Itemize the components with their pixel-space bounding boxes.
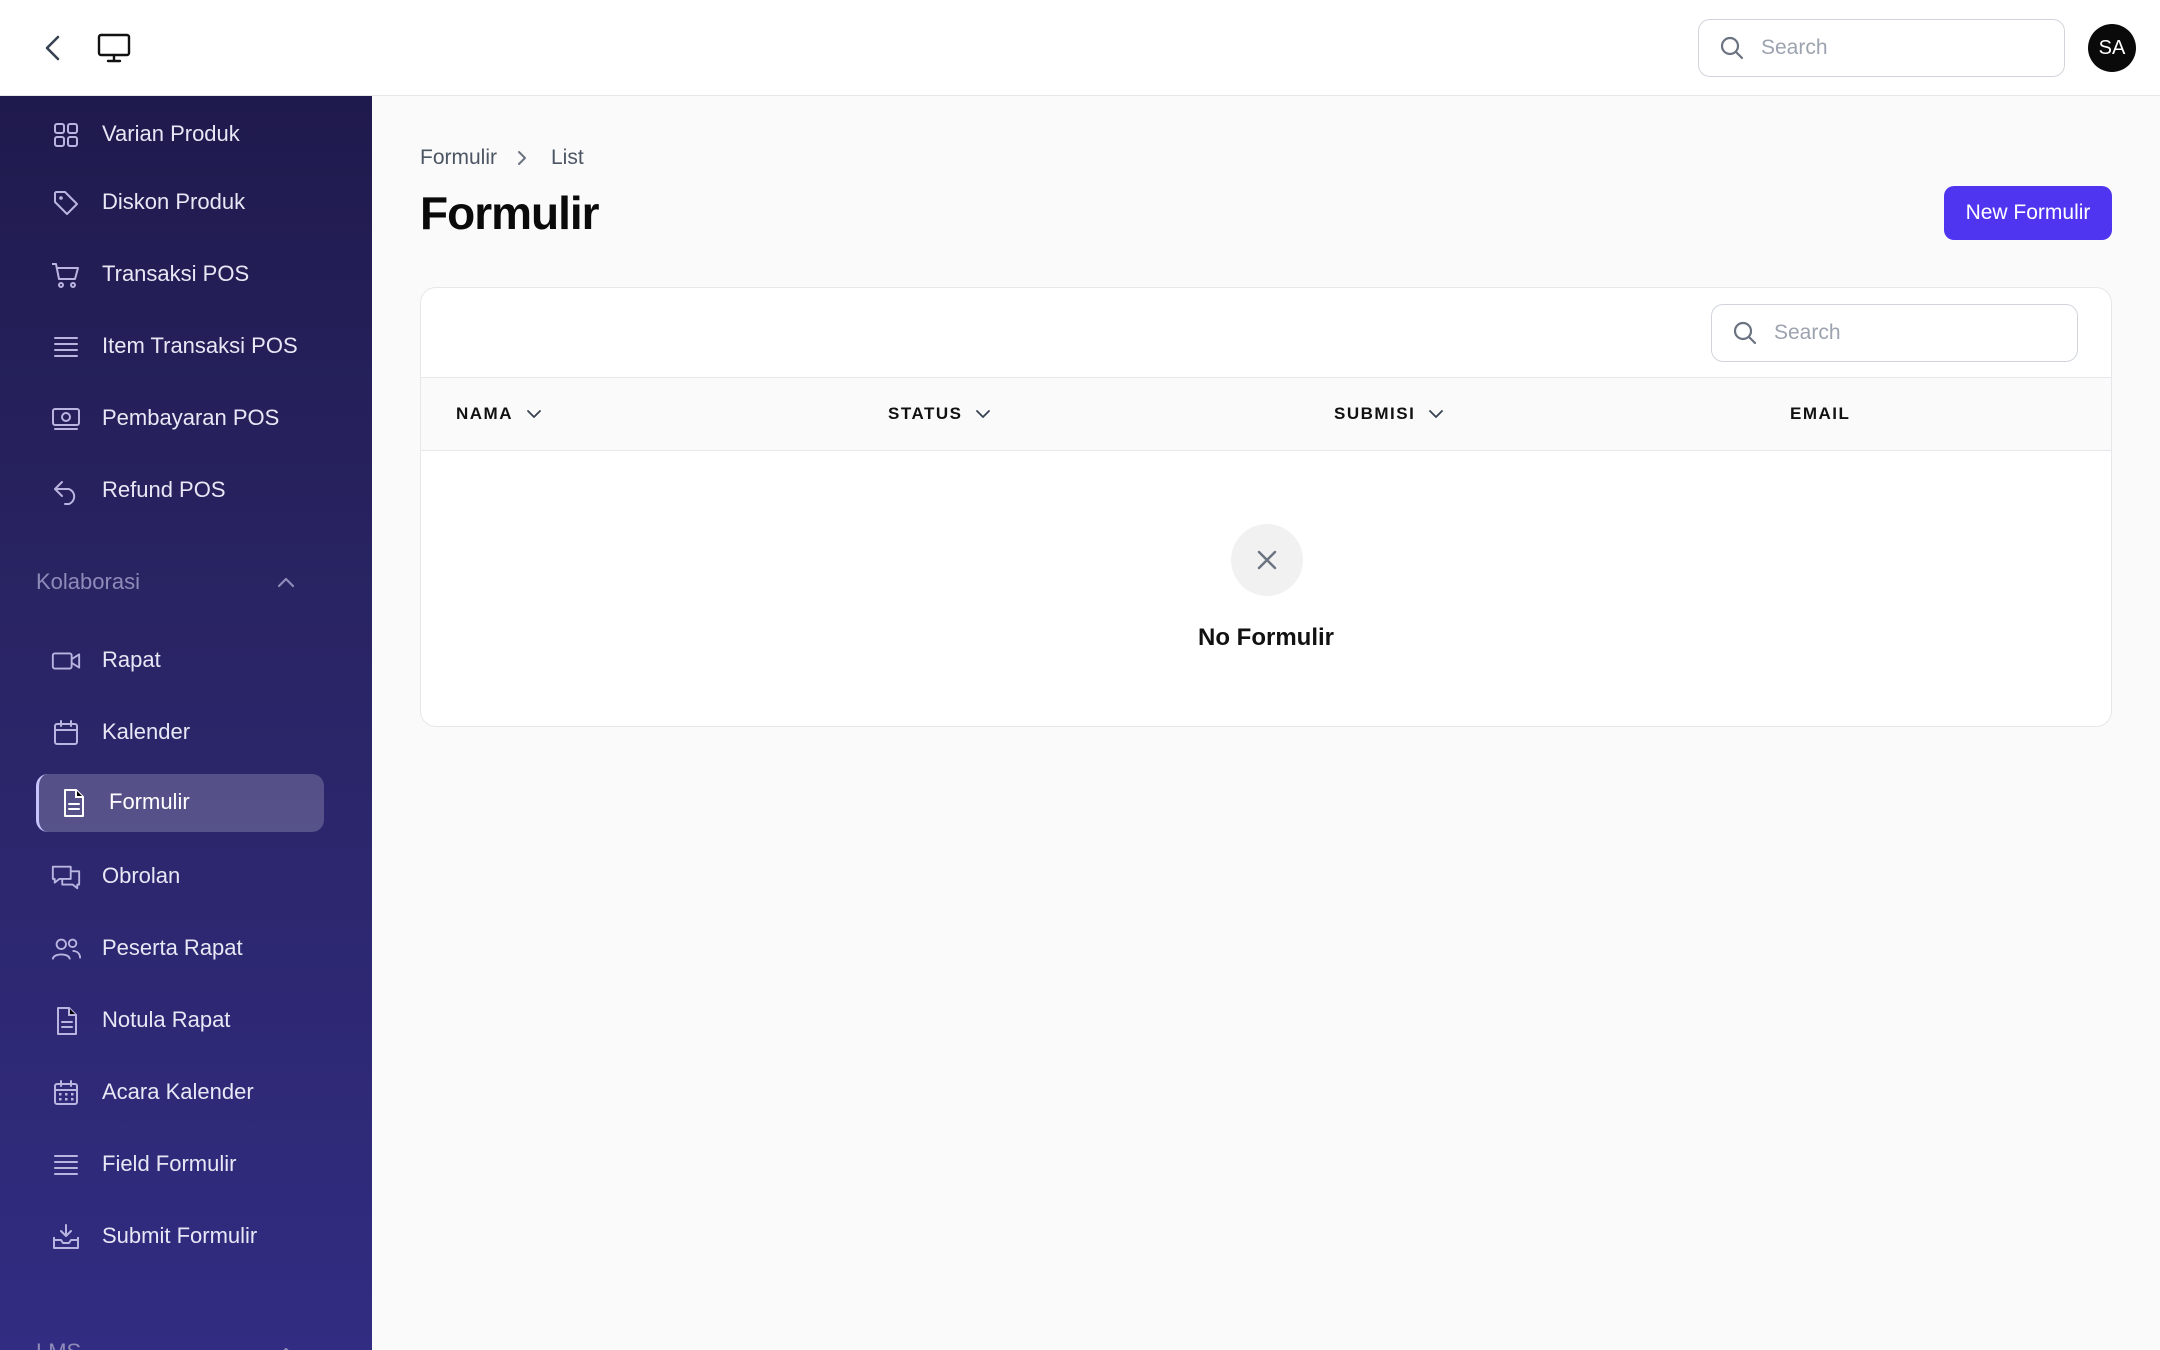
table-search[interactable] (1711, 304, 2078, 362)
column-header-email: EMAIL (1790, 378, 1850, 450)
sidebar-item-label: Formulir (109, 789, 190, 814)
sidebar-item-peserta-rapat[interactable]: Peserta Rapat (36, 920, 324, 978)
chat-icon (50, 862, 82, 892)
sidebar-item-item-transaksi-pos[interactable]: Item Transaksi POS (36, 318, 324, 376)
list-icon (50, 332, 82, 362)
sidebar-item-label: Peserta Rapat (102, 935, 243, 960)
grid-icon (50, 120, 82, 150)
search-icon (1719, 34, 1747, 62)
video-icon (50, 646, 82, 676)
monitor-icon (97, 33, 131, 63)
sidebar-group-kolaborasi[interactable]: Kolaborasi (36, 562, 298, 602)
calendar-days-icon (50, 1078, 82, 1108)
sidebar-item-label: Pembayaran POS (102, 405, 280, 430)
document-icon (50, 1006, 82, 1036)
sidebar-item-label: Rapat (102, 647, 161, 672)
chevron-up-icon (274, 570, 298, 594)
sidebar-item-label: Varian Produk (102, 121, 240, 146)
sidebar-item-label: Obrolan (102, 863, 181, 888)
chevron-down-icon (525, 404, 545, 424)
monitor-button[interactable] (96, 31, 132, 65)
breadcrumb-list: List (551, 146, 584, 169)
breadcrumb-formulir[interactable]: Formulir (420, 146, 497, 170)
top-bar: SA (0, 0, 2160, 96)
sidebar-item-label: Transaksi POS (102, 261, 250, 286)
table-search-input[interactable] (1774, 321, 2054, 345)
close-icon (1257, 550, 1277, 570)
sidebar-item-label: Kalender (102, 719, 191, 744)
document-icon (57, 788, 89, 818)
column-header-label: SUBMISI (1334, 404, 1416, 423)
column-header-submisi[interactable]: SUBMISI (1334, 378, 1447, 450)
sidebar-item-submit-formulir[interactable]: Submit Formulir (36, 1208, 324, 1266)
sidebar-item-diskon-produk[interactable]: Diskon Produk (36, 174, 324, 232)
table-header: NAMA STATUS SUBMISI EMAIL (421, 377, 2111, 451)
sidebar-item-acara-kalender[interactable]: Acara Kalender (36, 1064, 324, 1122)
column-header-nama[interactable]: NAMA (456, 378, 545, 450)
column-header-label: NAMA (456, 404, 513, 423)
calendar-icon (50, 718, 82, 748)
sidebar-item-transaksi-pos[interactable]: Transaksi POS (36, 246, 324, 304)
sidebar-item-label: Field Formulir (102, 1151, 237, 1176)
sidebar-item-kalender[interactable]: Kalender (36, 704, 324, 762)
sidebar-group-label: Kolaborasi (36, 569, 140, 594)
sidebar-item-refund-pos[interactable]: Refund POS (36, 462, 324, 520)
empty-state-text: No Formulir (1198, 624, 1334, 651)
global-search-input[interactable] (1761, 36, 2041, 60)
column-header-label: STATUS (888, 404, 963, 423)
empty-state-circle (1231, 524, 1303, 596)
new-formulir-button[interactable]: New Formulir (1944, 186, 2112, 240)
sidebar-item-label: Acara Kalender (102, 1079, 254, 1104)
cash-icon (50, 404, 82, 434)
chevron-down-icon (974, 404, 994, 424)
sidebar-item-obrolan[interactable]: Obrolan (36, 848, 324, 906)
global-search[interactable] (1698, 19, 2065, 77)
tag-icon (50, 188, 82, 218)
formulir-table-card: NAMA STATUS SUBMISI EMAIL No Formulir (420, 287, 2112, 727)
sidebar-item-pembayaran-pos[interactable]: Pembayaran POS (36, 390, 324, 448)
back-button[interactable] (36, 31, 70, 65)
sidebar-item-label: Item Transaksi POS (102, 333, 298, 358)
page-title: Formulir (420, 187, 600, 239)
column-header-status[interactable]: STATUS (888, 378, 994, 450)
search-icon (1732, 319, 1760, 347)
sidebar-item-varian-produk[interactable]: Varian Produk (36, 106, 324, 164)
sidebar-group-lms[interactable]: LMS (36, 1332, 298, 1350)
sidebar-item-field-formulir[interactable]: Field Formulir (36, 1136, 324, 1194)
sidebar-item-label: Notula Rapat (102, 1007, 231, 1032)
sidebar: Varian Produk Diskon Produk Transaksi PO… (0, 96, 372, 1350)
column-header-label: EMAIL (1790, 404, 1851, 423)
list-icon (50, 1150, 82, 1180)
users-icon (50, 934, 82, 964)
inbox-download-icon (50, 1222, 82, 1252)
breadcrumb: Formulir List (420, 146, 584, 170)
chevron-up-icon (274, 1340, 298, 1350)
undo-icon (50, 476, 82, 506)
sidebar-item-notula-rapat[interactable]: Notula Rapat (36, 992, 324, 1050)
cart-icon (50, 260, 82, 290)
chevron-down-icon (1427, 404, 1447, 424)
sidebar-item-rapat[interactable]: Rapat (36, 632, 324, 690)
sidebar-item-label: Diskon Produk (102, 189, 246, 214)
sidebar-item-label: Refund POS (102, 477, 226, 502)
avatar[interactable]: SA (2088, 24, 2136, 72)
sidebar-item-formulir[interactable]: Formulir (36, 774, 324, 832)
chevron-right-icon (515, 149, 533, 167)
sidebar-item-label: Submit Formulir (102, 1223, 258, 1248)
chevron-left-icon (45, 35, 60, 61)
sidebar-group-label: LMS (36, 1339, 81, 1350)
